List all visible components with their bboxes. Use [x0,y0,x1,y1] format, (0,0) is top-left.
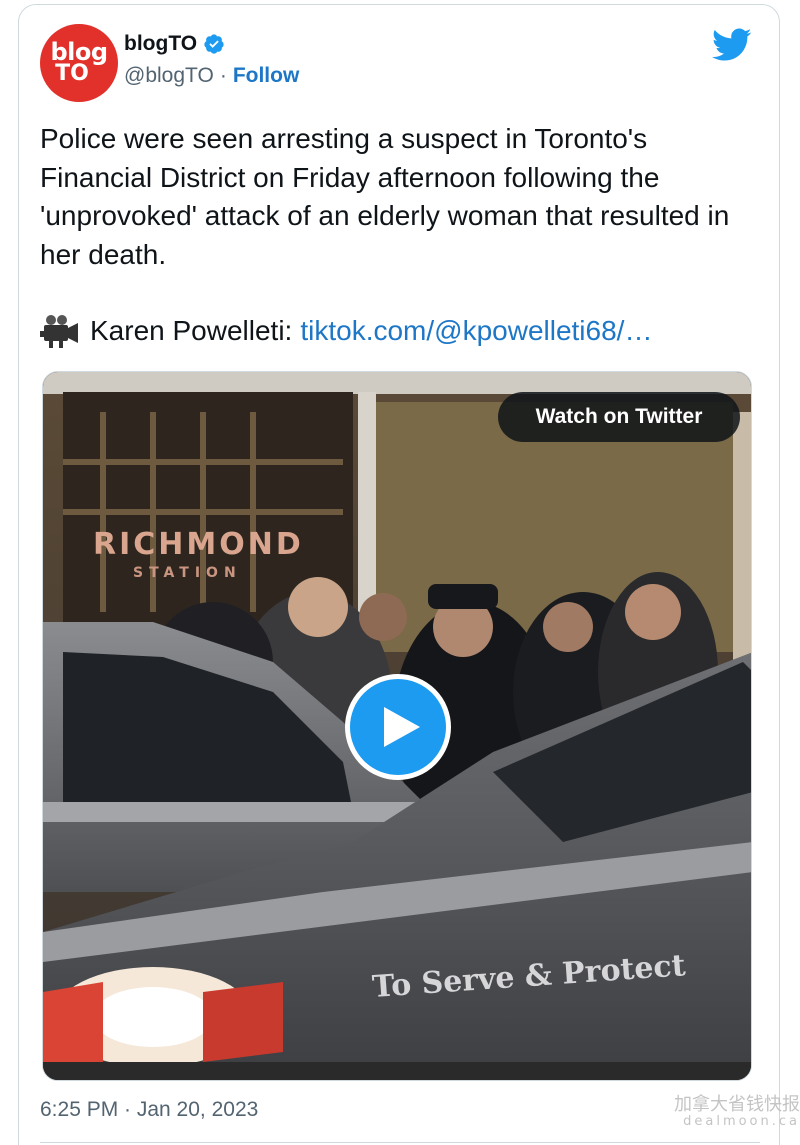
twitter-bird-icon[interactable] [712,28,752,62]
richmond-sign: RICHMOND [93,527,304,562]
separator: · [219,64,227,87]
source-link[interactable]: tiktok.com/@kpowelleti68/… [300,311,652,351]
movie-camera-icon [40,315,78,348]
name-row: blogTO [124,32,299,56]
play-icon [384,707,420,747]
verified-badge-icon [204,34,224,54]
watermark-line2: dealmoon.ca [683,1113,800,1129]
play-button[interactable] [345,674,451,780]
video-thumbnail[interactable]: RICHMOND STATION To Serve & Protect Watc… [42,371,752,1081]
station-sign: STATION [133,565,242,581]
divider [40,1142,760,1143]
watch-on-twitter-button[interactable]: Watch on Twitter [498,392,740,442]
author-block: blogTO @blogTO · Follow [124,32,299,88]
source-credit: Karen Powelleti: [90,315,293,346]
handle-row: @blogTO · Follow [124,64,299,88]
tweet-text: Police were seen arresting a suspect in … [40,123,730,270]
avatar[interactable]: blog TO [40,24,118,102]
tweet-timestamp[interactable]: 6:25 PM · Jan 20, 2023 [40,1098,258,1122]
source-line: Karen Powelleti: tiktok.com/@kpowelleti6… [40,311,760,351]
watermark-line1: 加拿大省钱快报 [674,1094,800,1115]
avatar-text-line2: TO [55,60,89,86]
follow-button[interactable]: Follow [233,64,300,88]
display-name[interactable]: blogTO [124,32,197,56]
watermark: 加拿大省钱快报 dealmoon.ca [648,1095,800,1129]
handle[interactable]: @blogTO [124,64,214,88]
